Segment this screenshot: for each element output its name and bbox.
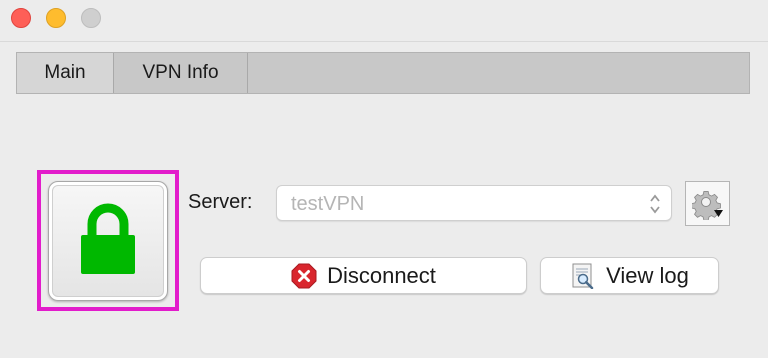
- chevron-up-down-icon: [650, 194, 660, 214]
- close-window-button[interactable]: [11, 8, 31, 28]
- settings-menu-button[interactable]: [685, 181, 730, 226]
- padlock-icon: [81, 203, 135, 274]
- zoom-window-button[interactable]: [81, 8, 101, 28]
- tab-vpn-info[interactable]: VPN Info: [114, 53, 248, 93]
- server-label: Server:: [188, 191, 253, 213]
- gear-icon: [692, 190, 723, 220]
- disconnect-button[interactable]: Disconnect: [200, 257, 527, 294]
- server-select-value: testVPN: [291, 193, 365, 215]
- tab-bar: Main VPN Info: [16, 52, 750, 94]
- minimize-window-button[interactable]: [46, 8, 66, 28]
- view-log-button[interactable]: View log: [540, 257, 719, 294]
- stop-icon: [291, 263, 317, 288]
- title-bar: [0, 0, 768, 42]
- view-log-button-label: View log: [606, 262, 689, 288]
- connect-toggle-button[interactable]: [48, 181, 168, 301]
- disconnect-button-label: Disconnect: [327, 262, 436, 288]
- tab-main[interactable]: Main: [17, 53, 114, 93]
- log-icon: [572, 263, 594, 289]
- server-select[interactable]: testVPN: [276, 185, 672, 221]
